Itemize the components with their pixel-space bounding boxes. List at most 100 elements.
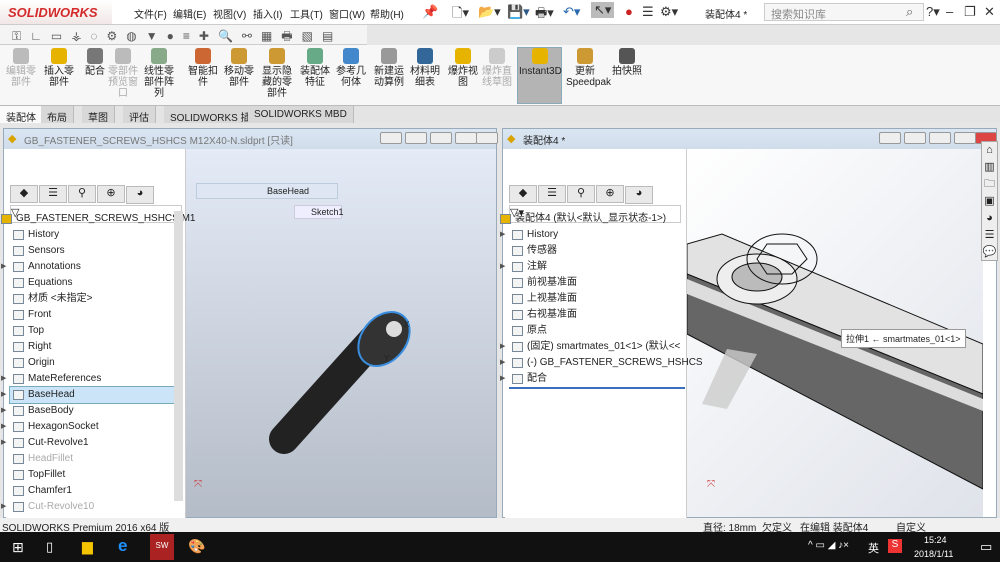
open-file-icon[interactable]: 📂▾ xyxy=(478,4,501,20)
expand-arrow-icon[interactable]: ▶ xyxy=(1,387,6,403)
tree-item[interactable]: Origin xyxy=(10,355,175,371)
command-button[interactable]: 爆炸直线草图 xyxy=(478,48,516,88)
tree-item[interactable]: ▶ BaseHead xyxy=(1,386,176,404)
tree-item[interactable]: GB_FASTENER_SCREWS_HSHCS M1 xyxy=(0,211,196,227)
tile-left-button[interactable] xyxy=(380,132,402,144)
breadcrumb[interactable]: BaseHead xyxy=(196,183,338,199)
edge-browser-icon[interactable]: e xyxy=(118,536,127,556)
notification-icon[interactable]: ▭ xyxy=(980,539,992,555)
tree-item[interactable]: 材质 <未指定> xyxy=(10,291,175,307)
start-icon[interactable]: ⊞ xyxy=(12,539,24,556)
screw-model[interactable]: XY xyxy=(244,299,434,459)
tree-item[interactable]: 原点 xyxy=(509,323,685,339)
command-button[interactable]: 插入零部件 xyxy=(40,48,78,88)
tree-item[interactable]: ▶ Annotations xyxy=(1,259,175,275)
help-icon[interactable]: ?▾ xyxy=(926,4,940,20)
tree-item[interactable]: Chamfer1 xyxy=(10,483,175,499)
close-window-button[interactable] xyxy=(476,132,498,144)
tree-item[interactable]: Sensors xyxy=(10,243,175,259)
tree-item[interactable]: ▶ (-) GB_FASTENER_SCREWS_HSHCS xyxy=(500,355,703,371)
tree-item[interactable]: Equations xyxy=(10,275,175,291)
tree-scrollbar[interactable] xyxy=(174,211,183,501)
command-button[interactable]: 线性零部件阵列 xyxy=(140,48,178,99)
save-icon[interactable]: 💾▾ xyxy=(507,4,530,20)
feature-manager-tab[interactable]: ◆ xyxy=(509,185,537,203)
close-button[interactable]: ✕ xyxy=(984,4,995,20)
property-manager-tab[interactable]: ☰ xyxy=(39,185,67,203)
expand-arrow-icon[interactable]: ▶ xyxy=(1,435,6,451)
tree-item[interactable]: Front xyxy=(10,307,175,323)
tree-item[interactable]: 上视基准面 xyxy=(509,291,685,307)
tile-left-button[interactable] xyxy=(879,132,901,144)
command-button[interactable]: 移动零部件 xyxy=(220,48,258,88)
appearances-icon[interactable]: ◕ xyxy=(982,210,997,227)
command-tab[interactable]: 草图 xyxy=(82,106,115,124)
menu-item[interactable]: 视图(V) xyxy=(213,6,246,21)
menu-item[interactable]: 插入(I) xyxy=(253,6,282,21)
configuration-manager-tab[interactable]: ⚲ xyxy=(68,185,96,203)
file-explorer-taskbar-icon[interactable]: ▆ xyxy=(82,538,93,555)
new-file-icon[interactable]: 🗋▾ xyxy=(452,4,469,26)
expand-arrow-icon[interactable]: ▶ xyxy=(500,259,505,275)
tree-item[interactable]: 前视基准面 xyxy=(509,275,685,291)
expand-arrow-icon[interactable]: ▶ xyxy=(500,227,505,243)
command-tab[interactable]: 布局 xyxy=(41,106,74,124)
tree-item[interactable]: ▶ (固定) smartmates_01<1> (默认<< xyxy=(500,339,685,355)
custom-properties-icon[interactable]: ☰ xyxy=(982,227,997,244)
command-button[interactable]: 更新Speedpak xyxy=(566,48,611,88)
clock-date[interactable]: 2018/1/11 xyxy=(914,549,953,559)
menu-item[interactable]: 窗口(W) xyxy=(329,6,365,21)
menu-item[interactable]: 编辑(E) xyxy=(173,6,206,21)
clock-time[interactable]: 15:24 xyxy=(924,535,947,545)
tree-item[interactable]: ▶ 配合 xyxy=(500,371,685,387)
expand-arrow-icon[interactable]: ▶ xyxy=(500,355,505,371)
minimize-button[interactable]: – xyxy=(946,4,953,19)
undo-icon[interactable]: ↶▾ xyxy=(563,4,580,20)
command-button[interactable]: 零部件预览窗口 xyxy=(104,48,142,99)
tree-item[interactable]: 右视基准面 xyxy=(509,307,685,323)
expand-arrow-icon[interactable]: ▶ xyxy=(1,419,6,435)
menu-item[interactable]: 文件(F) xyxy=(134,6,167,21)
expand-arrow-icon[interactable]: ▶ xyxy=(500,371,505,387)
forum-icon[interactable]: 💬 xyxy=(982,244,997,261)
file-explorer-icon[interactable]: 🗀 xyxy=(982,176,997,193)
options-gear-icon[interactable]: ⚙▾ xyxy=(660,4,678,20)
expand-arrow-icon[interactable]: ▶ xyxy=(1,403,6,419)
tile-right-button[interactable] xyxy=(904,132,926,144)
display-manager-tab[interactable]: ◕ xyxy=(126,186,154,204)
tile-right-button[interactable] xyxy=(405,132,427,144)
command-button[interactable]: 爆炸视图 xyxy=(444,48,482,88)
tree-item[interactable]: ▶ Cut-Revolve10 xyxy=(1,499,175,515)
command-button[interactable]: 新建运动算例 xyxy=(370,48,408,88)
home-icon[interactable]: ⌂ xyxy=(982,142,997,159)
command-tab[interactable]: 评估 xyxy=(123,106,156,124)
file-properties-icon[interactable]: ☰ xyxy=(642,4,654,20)
expand-arrow-icon[interactable]: ▶ xyxy=(500,339,505,355)
sketch-breadcrumb[interactable]: Sketch1 xyxy=(294,205,344,219)
command-button[interactable]: 智能扣件 xyxy=(184,48,222,88)
tree-item[interactable]: TopFillet xyxy=(10,467,175,483)
search-icon[interactable]: ⌕ xyxy=(906,4,913,20)
sogou-icon[interactable]: S xyxy=(888,539,902,553)
tree-item[interactable]: Top xyxy=(10,323,175,339)
tree-item[interactable]: ▶ 注解 xyxy=(500,259,685,275)
tree-item[interactable]: ▶ Cut-Revolve1 xyxy=(1,435,175,451)
assembly-viewport[interactable]: 拉伸1 ← smartmates_01<1> ⤧ xyxy=(687,149,983,517)
rebuild-icon[interactable]: ● xyxy=(625,4,633,19)
tree-item[interactable]: HeadFillet xyxy=(10,451,175,467)
command-button[interactable]: 材料明细表 xyxy=(406,48,444,88)
view-palette-icon[interactable]: ▣ xyxy=(982,193,997,210)
command-tab[interactable]: 装配体 xyxy=(0,106,43,124)
command-button[interactable]: 显示隐藏的零部件 xyxy=(258,48,296,99)
pin-icon[interactable]: 📌 xyxy=(422,4,438,20)
tree-item[interactable]: ▶ BaseBody xyxy=(1,403,175,419)
command-button[interactable]: 拍快照 xyxy=(608,48,646,77)
tree-item[interactable]: ▶ History xyxy=(500,227,685,243)
minimize-window-button[interactable] xyxy=(929,132,951,144)
maximize-window-button[interactable] xyxy=(455,132,477,144)
search-input[interactable]: 搜索知识库 xyxy=(764,3,924,21)
menu-item[interactable]: 帮助(H) xyxy=(370,6,404,21)
tree-item[interactable]: Right xyxy=(10,339,175,355)
command-button[interactable]: Instant3D xyxy=(519,48,562,77)
expand-arrow-icon[interactable]: ▶ xyxy=(1,499,6,515)
